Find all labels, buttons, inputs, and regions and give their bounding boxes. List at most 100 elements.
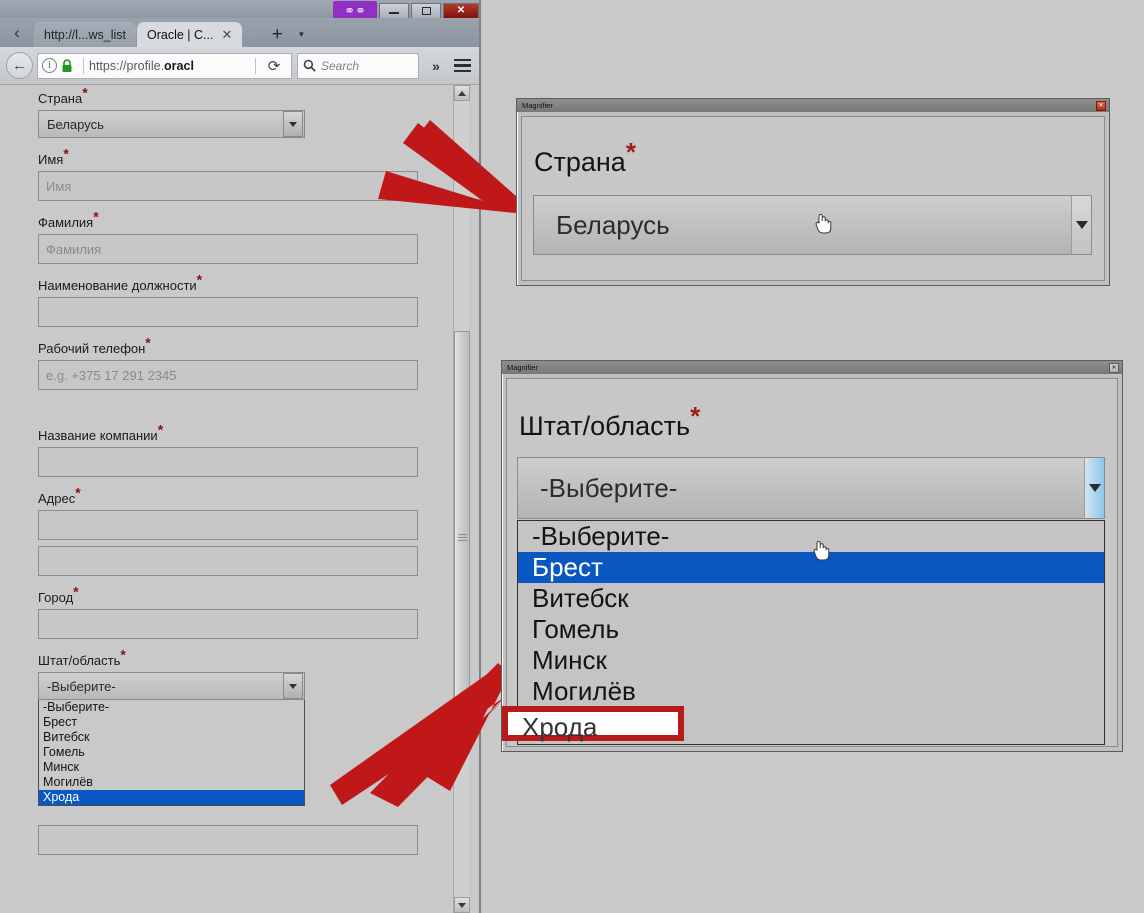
- label-lastname: Фамилия*: [38, 210, 455, 230]
- required-marker: *: [157, 421, 164, 438]
- magnified-label-country: Страна*: [534, 139, 636, 178]
- url-bar[interactable]: i https://profile.oracl ⟳: [37, 52, 292, 79]
- option-item[interactable]: Брест: [39, 715, 304, 730]
- option-item[interactable]: Минск: [39, 760, 304, 775]
- field-company: Название компании*: [38, 423, 455, 477]
- maximize-button[interactable]: [411, 2, 441, 19]
- magnified-country-select[interactable]: Беларусь: [533, 195, 1092, 255]
- required-marker: *: [145, 334, 151, 351]
- label-text: Штат/область: [38, 653, 121, 668]
- select-scrollbar[interactable]: [1084, 458, 1104, 518]
- option-item[interactable]: -Выберите-: [39, 700, 304, 715]
- search-box[interactable]: Search: [297, 52, 419, 79]
- search-placeholder: Search: [321, 58, 360, 73]
- required-marker: *: [196, 271, 203, 288]
- option-item[interactable]: Минск: [518, 645, 1104, 676]
- profile-form: Страна* Беларусь Имя* Имя Фамилия* Фамил…: [0, 85, 455, 913]
- tab-scroll-left-icon[interactable]: ‹: [0, 18, 34, 47]
- address2-input[interactable]: [38, 546, 418, 576]
- jobtitle-input[interactable]: [38, 297, 418, 327]
- option-item[interactable]: Витебск: [518, 583, 1104, 614]
- list-all-tabs-icon[interactable]: ▾: [290, 22, 312, 47]
- magnifier-content: Штат/область* -Выберите- -Выберите- Брес…: [506, 378, 1118, 747]
- label-firstname: Имя*: [38, 147, 455, 167]
- option-item[interactable]: Витебск: [39, 730, 304, 745]
- firstname-input[interactable]: Имя: [38, 171, 418, 201]
- chevron-down-icon[interactable]: [283, 111, 303, 137]
- company-input[interactable]: [38, 447, 418, 477]
- field-address2: [38, 546, 455, 576]
- magnifier-window-state[interactable]: Magnifier ✕ Штат/область* -Выберите- -Вы…: [501, 360, 1123, 752]
- scroll-up-button[interactable]: [454, 85, 470, 101]
- option-item[interactable]: -Выберите-: [518, 521, 1104, 552]
- screen: ⚭⚭ ✕ ‹ http://l...ws_list Oracle | C... …: [0, 0, 1144, 913]
- tab-close-icon[interactable]: ✕: [221, 27, 232, 43]
- minimize-button[interactable]: [379, 2, 409, 19]
- select-scrollbar[interactable]: [1071, 196, 1091, 254]
- url-divider: [83, 57, 84, 74]
- back-button[interactable]: ←: [6, 52, 33, 79]
- address1-input[interactable]: [38, 510, 418, 540]
- chevron-down-icon[interactable]: [283, 673, 303, 699]
- close-icon[interactable]: ✕: [1109, 362, 1119, 373]
- tab-0[interactable]: http://l...ws_list: [34, 22, 136, 47]
- close-button[interactable]: ✕: [443, 2, 479, 19]
- site-info-icon[interactable]: i: [42, 58, 57, 73]
- magnified-state-value: -Выберите-: [540, 472, 678, 503]
- option-item[interactable]: Могилёв: [39, 775, 304, 790]
- toolbar-overflow-icon[interactable]: »: [423, 58, 449, 74]
- placeholder: Фамилия: [46, 241, 102, 257]
- option-item-selected[interactable]: Хрода: [39, 790, 304, 805]
- required-marker: *: [93, 208, 99, 225]
- reload-icon[interactable]: ⟳: [261, 54, 287, 78]
- required-marker: *: [120, 646, 126, 663]
- option-item[interactable]: Гомель: [39, 745, 304, 760]
- label-address: Адрес*: [38, 486, 455, 506]
- scroll-down-button[interactable]: [454, 897, 470, 913]
- magnified-state-select[interactable]: -Выберите-: [517, 457, 1105, 519]
- option-item-highlighted[interactable]: Брест: [518, 552, 1104, 583]
- field-state: Штат/область* -Выберите- -Выберите- Брес…: [38, 648, 455, 806]
- state-select[interactable]: -Выберите-: [38, 672, 305, 700]
- label-company: Название компании*: [38, 423, 455, 443]
- required-marker: *: [63, 145, 69, 162]
- magnifier-window-country[interactable]: Magnifier ✕ Страна* Беларусь: [516, 98, 1110, 286]
- lastname-input[interactable]: Фамилия: [38, 234, 418, 264]
- label-text: Фамилия: [38, 215, 94, 230]
- close-icon[interactable]: ✕: [1096, 100, 1106, 111]
- field-workphone: Рабочий телефон* e.g. +375 17 291 2345: [38, 336, 455, 390]
- required-marker: *: [690, 401, 701, 431]
- field-jobtitle: Наименование должности*: [38, 273, 455, 327]
- highlight-box-hroda: Хрода: [502, 706, 684, 742]
- new-tab-button[interactable]: +: [264, 22, 290, 47]
- label-city: Город*: [38, 585, 455, 605]
- city-input[interactable]: [38, 609, 418, 639]
- field-firstname: Имя* Имя: [38, 147, 455, 201]
- postal-input[interactable]: [38, 825, 418, 855]
- label-text: Имя: [38, 152, 64, 167]
- url-divider-2: [255, 57, 256, 74]
- scrollbar-thumb[interactable]: [454, 331, 470, 743]
- magnifier-content: Страна* Беларусь: [521, 116, 1105, 281]
- page-scrollbar[interactable]: [453, 85, 470, 913]
- tab-1[interactable]: Oracle | C... ✕: [136, 22, 243, 47]
- option-item[interactable]: Гомель: [518, 614, 1104, 645]
- option-item[interactable]: Могилёв: [518, 676, 1104, 707]
- state-options-list[interactable]: -Выберите- Брест Витебск Гомель Минск Мо…: [38, 700, 305, 806]
- country-select[interactable]: Беларусь: [38, 110, 305, 138]
- url-text: https://profile.oracl: [89, 59, 250, 73]
- required-marker: *: [73, 583, 79, 600]
- magnifier-title-bar: Magnifier ✕: [517, 99, 1109, 112]
- workphone-input[interactable]: e.g. +375 17 291 2345: [38, 360, 418, 390]
- tab-scroll-right-icon[interactable]: ›: [242, 22, 264, 47]
- magnifier-title: Magnifier: [507, 363, 538, 372]
- label-text: Страна: [534, 147, 626, 177]
- label-text: Рабочий телефон: [38, 341, 146, 356]
- label-text: Город: [38, 590, 74, 605]
- label-text: Штат/область: [519, 411, 691, 441]
- menu-icon[interactable]: [449, 58, 475, 73]
- label-text: Адрес: [38, 491, 76, 506]
- field-country: Страна* Беларусь: [38, 86, 455, 138]
- search-icon: [303, 59, 316, 72]
- label-text: Страна: [38, 91, 83, 106]
